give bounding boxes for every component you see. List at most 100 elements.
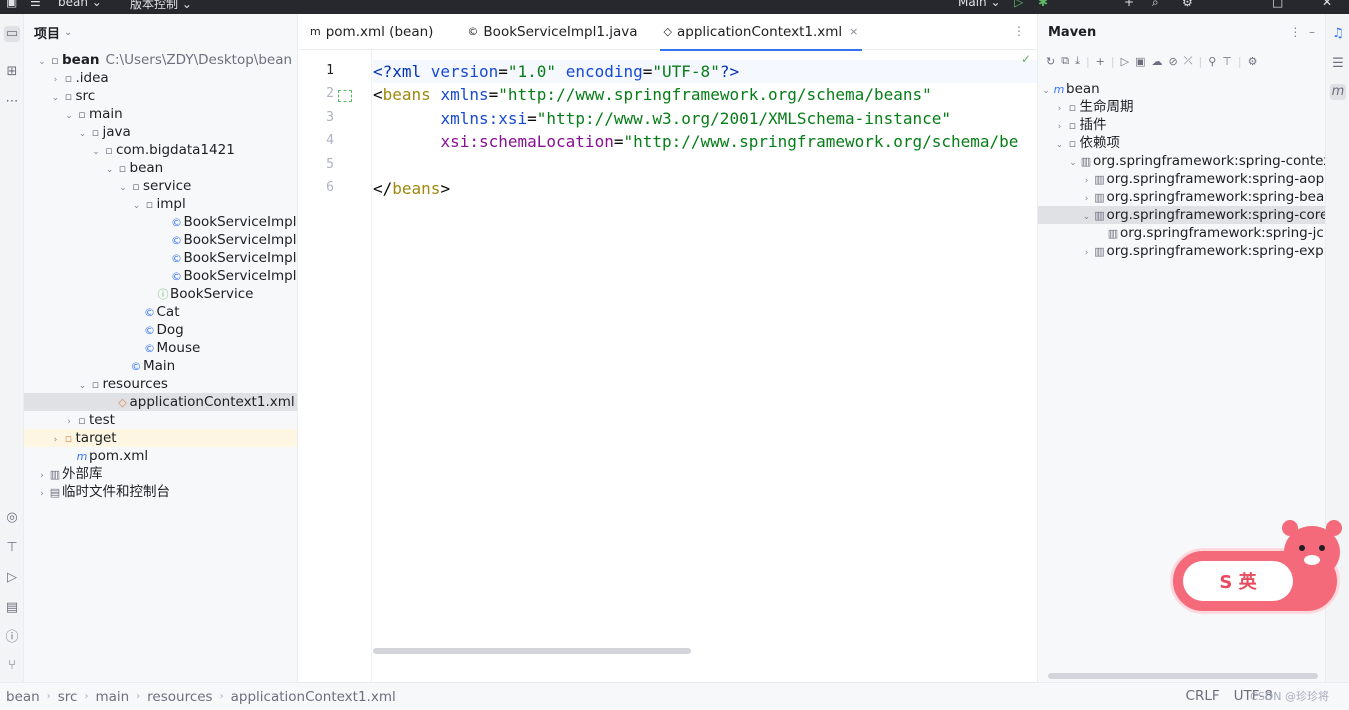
- chevron-down-icon[interactable]: ⌄: [64, 27, 72, 38]
- code-line[interactable]: </beans>: [373, 177, 450, 200]
- code-line[interactable]: xsi:schemaLocation="http://www.springfra…: [373, 130, 1018, 153]
- maven-settings-icon[interactable]: ⚙: [1248, 55, 1258, 68]
- notifications-icon[interactable]: ♫: [1330, 26, 1346, 42]
- maven-tree-item[interactable]: ⌄ ▥ org.springframework:spring-context: [1038, 152, 1325, 170]
- run-tool-icon[interactable]: ▷: [4, 570, 20, 586]
- spring-bean-gutter-icon[interactable]: [338, 90, 352, 102]
- project-tree-item[interactable]: ⌄ ▫ java: [24, 123, 297, 141]
- project-tree-item[interactable]: › ▥ 外部库: [24, 465, 297, 483]
- services-tool-icon[interactable]: ◎: [4, 510, 20, 526]
- project-tree-item[interactable]: ⓘ BookService: [24, 285, 297, 303]
- project-tree-item[interactable]: © Mouse: [24, 339, 297, 357]
- search-icon[interactable]: ⌕: [1152, 0, 1159, 10]
- app-logo-icon[interactable]: ▣: [6, 0, 17, 9]
- reload-folder-icon[interactable]: ⧉: [1061, 54, 1069, 68]
- tree-item-label: org.springframework:spring-expre: [1106, 243, 1326, 259]
- main-menu-icon[interactable]: ☰: [30, 0, 41, 9]
- maven-tool-icon[interactable]: m: [1330, 84, 1346, 100]
- project-tree-item[interactable]: ⌄ ▫ service: [24, 177, 297, 195]
- breadcrumb-item[interactable]: bean: [6, 689, 40, 705]
- download-icon[interactable]: ⤓: [1075, 54, 1080, 68]
- offline-icon[interactable]: ☁: [1151, 55, 1162, 68]
- project-tree-item[interactable]: ⌄ ▫ bean: [24, 159, 297, 177]
- maven-tree-item[interactable]: ▥ org.springframework:spring-jcl:: [1038, 224, 1325, 242]
- project-tree-item[interactable]: ⌄ ▫ impl: [24, 195, 297, 213]
- project-tree-item[interactable]: ⌄ ▫ main: [24, 105, 297, 123]
- chevron-right-icon[interactable]: ›: [36, 485, 48, 503]
- skip-tests-icon[interactable]: ⊘: [1168, 55, 1177, 68]
- maven-tree-item[interactable]: › ▥ org.springframework:spring-aop:5: [1038, 170, 1325, 188]
- code-line[interactable]: <beans xmlns="http://www.springframework…: [373, 83, 932, 106]
- collapse-icon[interactable]: ⤫: [1184, 54, 1193, 68]
- execute-goal-icon[interactable]: ▣: [1135, 55, 1145, 68]
- run-config-selector[interactable]: Main ⌄: [958, 0, 1001, 9]
- breadcrumb-item[interactable]: applicationContext1.xml: [231, 689, 396, 705]
- editor-tab[interactable]: m pom.xml (bean): [300, 14, 443, 50]
- project-panel-header[interactable]: 项目 ⌄: [24, 14, 297, 50]
- breadcrumb-item[interactable]: main: [95, 689, 129, 705]
- dependency-analyzer-icon[interactable]: ⚲: [1208, 55, 1216, 68]
- settings-icon[interactable]: ⚙: [1182, 0, 1193, 9]
- maven-tree-item[interactable]: › ▥ org.springframework:spring-beans: [1038, 188, 1325, 206]
- project-tree-item[interactable]: ⌄ ▫ resources: [24, 375, 297, 393]
- project-switcher[interactable]: bean ⌄: [58, 0, 102, 9]
- more-tools-icon[interactable]: ⋯: [4, 94, 20, 110]
- project-tree-item[interactable]: ⌄ ▫ bean C:\Users\ZDY\Desktop\bean: [24, 51, 297, 69]
- maven-tree-item[interactable]: ⌄ m bean: [1038, 80, 1325, 98]
- project-tree-item[interactable]: © BookServiceImpl3: [24, 249, 297, 267]
- add-icon[interactable]: +: [1096, 55, 1105, 68]
- maven-tree-item[interactable]: › ▫ 插件: [1038, 116, 1325, 134]
- project-tree-item[interactable]: ◇ applicationContext1.xml: [24, 393, 297, 411]
- project-tree-item[interactable]: m pom.xml: [24, 447, 297, 465]
- build-tool-icon[interactable]: ⊤: [4, 540, 20, 556]
- close-tab-icon[interactable]: ×: [849, 25, 858, 38]
- run-maven-icon[interactable]: ▷: [1121, 55, 1129, 68]
- tab-more-icon[interactable]: ⋮: [1013, 24, 1025, 38]
- panel-options-icon[interactable]: ⋮ –: [1289, 25, 1315, 39]
- inspection-ok-icon[interactable]: ✓: [1021, 52, 1031, 66]
- project-tree-item[interactable]: ⌄ ▫ com.bigdata1421: [24, 141, 297, 159]
- breadcrumb-item[interactable]: resources: [147, 689, 212, 705]
- debug-icon[interactable]: ✱: [1038, 0, 1048, 9]
- project-tree-item[interactable]: © Dog: [24, 321, 297, 339]
- project-tree-item[interactable]: › ▫ .idea: [24, 69, 297, 87]
- database-tool-icon[interactable]: ☰: [1330, 56, 1346, 72]
- project-tree-item[interactable]: © BookServiceImpl1: [24, 213, 297, 231]
- run-icon[interactable]: ▷: [1014, 0, 1023, 9]
- structure-tool-icon[interactable]: ⊞: [4, 64, 20, 80]
- code-area[interactable]: <?xml version="1.0" encoding="UTF-8"?> <b…: [373, 50, 1037, 682]
- maven-tree-item[interactable]: › ▥ org.springframework:spring-expre: [1038, 242, 1325, 260]
- editor-tab[interactable]: ◇ applicationContext1.xml ×: [654, 14, 869, 51]
- maven-tree-item[interactable]: ⌄ ▫ 依赖项: [1038, 134, 1325, 152]
- maven-tree-item[interactable]: ⌄ ▥ org.springframework:spring-core:: [1038, 206, 1325, 224]
- maven-horizontal-scrollbar[interactable]: [1048, 673, 1318, 679]
- project-tree-item[interactable]: › ▫ target: [24, 429, 297, 447]
- maximize-icon[interactable]: □: [1272, 0, 1283, 9]
- project-tree-item[interactable]: © Cat: [24, 303, 297, 321]
- maven-tree-item[interactable]: › ▫ 生命周期: [1038, 98, 1325, 116]
- reload-icon[interactable]: ↻: [1046, 55, 1055, 68]
- project-tree-item[interactable]: ⌄ ▫ src: [24, 87, 297, 105]
- git-tool-icon[interactable]: ⑂: [4, 658, 20, 674]
- show-diagram-icon[interactable]: ⊤: [1222, 55, 1232, 68]
- add-user-icon[interactable]: +: [1124, 0, 1134, 9]
- chevron-right-icon[interactable]: ›: [1081, 244, 1093, 262]
- terminal-tool-icon[interactable]: ▤: [4, 600, 20, 616]
- project-tool-icon[interactable]: ▭: [4, 26, 20, 42]
- breadcrumb-item[interactable]: src: [58, 689, 78, 705]
- project-tree-item[interactable]: › ▫ test: [24, 411, 297, 429]
- project-tree-item[interactable]: © BookServiceImpl4: [24, 267, 297, 285]
- floating-ime-widget[interactable]: S 英: [1170, 520, 1348, 614]
- close-window-icon[interactable]: ✕: [1322, 0, 1332, 9]
- code-line[interactable]: xmlns:xsi="http://www.w3.org/2001/XMLSch…: [373, 107, 951, 130]
- project-tree-item[interactable]: © BookServiceImpl2: [24, 231, 297, 249]
- project-tree-item[interactable]: © Main: [24, 357, 297, 375]
- breadcrumb: bean › src › main › resources › applicationConte…: [6, 689, 396, 705]
- project-tree-item[interactable]: › ▤ 临时文件和控制台: [24, 483, 297, 503]
- editor-tab[interactable]: © BookServiceImpl1.java: [457, 14, 647, 50]
- code-line[interactable]: <?xml version="1.0" encoding="UTF-8"?>: [373, 60, 1037, 83]
- editor-horizontal-scrollbar[interactable]: [373, 648, 691, 654]
- vcs-menu[interactable]: 版本控制 ⌄: [130, 0, 192, 12]
- problems-tool-icon[interactable]: ⓘ: [4, 630, 20, 646]
- line-separator-indicator[interactable]: CRLF: [1186, 688, 1220, 704]
